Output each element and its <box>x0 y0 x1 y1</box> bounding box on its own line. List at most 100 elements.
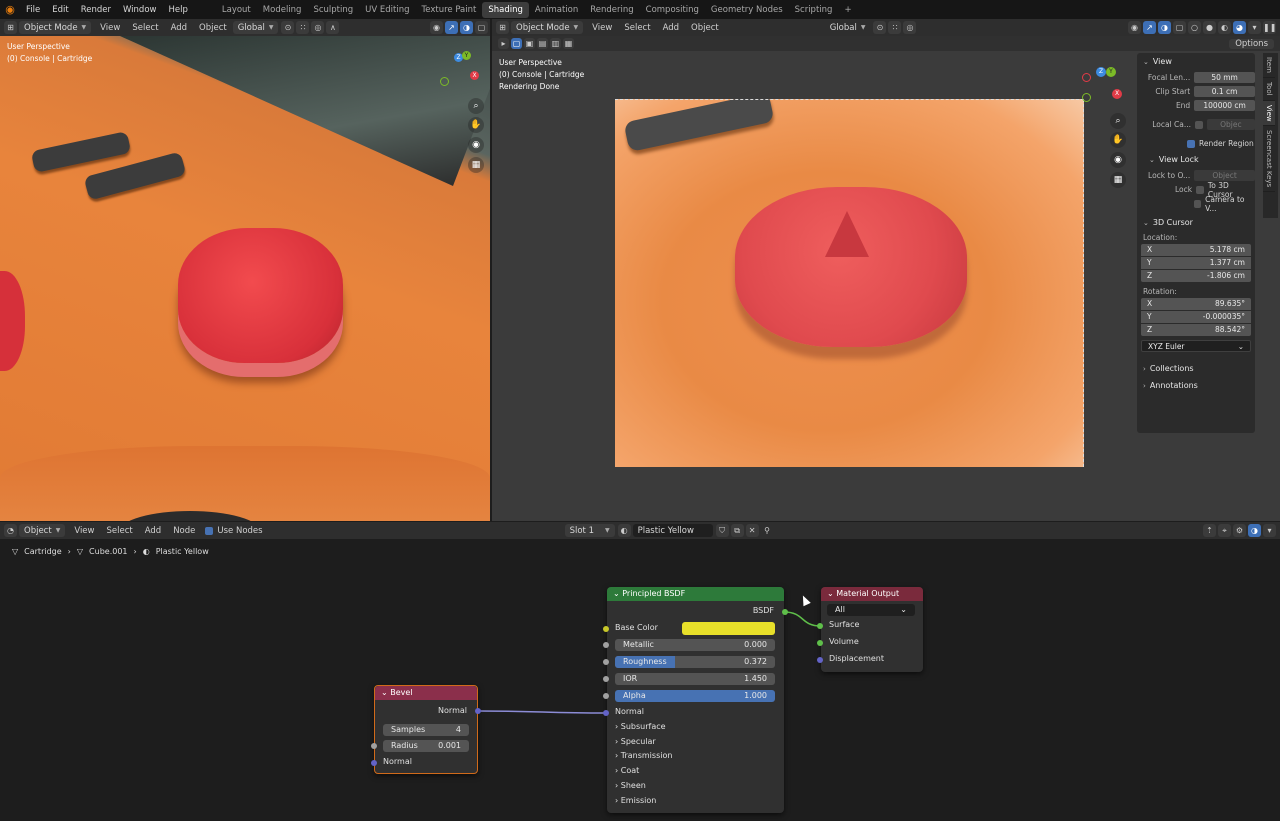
subsurface-panel[interactable]: › Subsurface <box>615 722 666 731</box>
camera-view-icon[interactable]: ◉ <box>1110 152 1126 168</box>
principled-bsdf-node[interactable]: ⌄ Principled BSDF BSDF Base Color Metall… <box>603 587 788 813</box>
base-color-swatch[interactable] <box>682 622 775 635</box>
left-mode-select[interactable]: Object Mode ▼ <box>19 21 92 34</box>
overlay-toggle-icon[interactable]: ◑ <box>1158 21 1171 34</box>
emission-panel[interactable]: › Emission <box>615 796 656 805</box>
menu-help[interactable]: Help <box>162 5 193 15</box>
pin-icon[interactable]: ⚲ <box>761 524 774 537</box>
options-button[interactable]: Options <box>1229 38 1274 49</box>
right-3d-viewport[interactable]: ⊞ Object Mode ▼ View Select Add Object Gl… <box>492 19 1280 521</box>
sidebar-tab-item[interactable]: Item <box>1263 53 1275 78</box>
node-editor-canvas[interactable]: ▽ Cartridge › ▽ Cube.001 › ◐ Plastic Yel… <box>0 539 1280 821</box>
gizmo-toggle-icon[interactable]: ↗ <box>445 21 458 34</box>
render-region[interactable] <box>615 99 1084 467</box>
roughness-field[interactable]: Roughness 0.372 <box>615 656 775 668</box>
menu-edit[interactable]: Edit <box>46 5 74 15</box>
x-axis-icon[interactable]: X <box>470 71 479 80</box>
cursor-loc-y-field[interactable]: Y 1.377 cm <box>1141 257 1251 269</box>
xray-icon[interactable]: ▢ <box>475 21 488 34</box>
annotations-section-header[interactable]: › Annotations <box>1137 377 1255 394</box>
z-axis-icon[interactable]: Z <box>1096 67 1106 77</box>
node-overlay-toggle-icon[interactable]: ◑ <box>1248 524 1261 537</box>
left-menu-object[interactable]: Object <box>193 23 233 33</box>
falloff-icon[interactable]: ∧ <box>326 21 340 34</box>
left-menu-add[interactable]: Add <box>165 23 193 33</box>
select-extend-icon[interactable]: ▣ <box>524 38 535 49</box>
pivot-icon[interactable]: ⊙ <box>873 21 887 34</box>
local-camera-checkbox[interactable] <box>1195 120 1203 129</box>
left-transform-orientation[interactable]: Global ▼ <box>232 21 279 34</box>
cursor-rot-y-field[interactable]: Y -0.000035° <box>1141 311 1251 323</box>
base-color-socket[interactable] <box>603 626 609 632</box>
fake-user-icon[interactable]: ⛉ <box>715 524 729 537</box>
use-nodes-checkbox[interactable] <box>205 526 214 535</box>
proportional-edit-icon[interactable]: ◎ <box>311 21 325 34</box>
bsdf-output-socket[interactable] <box>782 609 788 615</box>
snap-icon[interactable]: ∷ <box>888 21 902 34</box>
node-menu-view[interactable]: View <box>68 526 100 536</box>
shading-options-icon[interactable]: ▾ <box>1248 21 1261 34</box>
output-target-select[interactable]: All ⌄ <box>827 604 915 616</box>
bevel-normal-input-socket[interactable] <box>371 760 377 766</box>
right-menu-select[interactable]: Select <box>618 23 656 33</box>
zoom-icon[interactable]: ⌕ <box>468 98 484 114</box>
metallic-socket[interactable] <box>603 642 609 648</box>
node-menu-node[interactable]: Node <box>167 526 201 536</box>
camera-view-icon[interactable]: ◉ <box>468 137 484 153</box>
proportional-edit-icon[interactable]: ◎ <box>903 21 917 34</box>
xray-icon[interactable]: ▢ <box>1173 21 1186 34</box>
snap-node-icon[interactable]: ⌖ <box>1218 524 1231 537</box>
menu-file[interactable]: File <box>20 5 46 15</box>
right-axis-gizmo[interactable]: Z Y X <box>1080 67 1124 111</box>
bevel-node[interactable]: ⌄ Bevel Normal Samples 4 Radius 0.001 Norm… <box>371 685 481 774</box>
shading-material-icon[interactable]: ◐ <box>1218 21 1231 34</box>
rotation-mode-select[interactable]: XYZ Euler ⌄ <box>1141 340 1251 352</box>
neg-y-axis-icon[interactable] <box>440 77 449 86</box>
select-tool-icon[interactable]: ▸ <box>498 38 509 49</box>
bevel-normal-output-socket[interactable] <box>475 708 481 714</box>
focal-length-field[interactable]: 50 mm <box>1194 72 1255 83</box>
material-output-node[interactable]: ⌄ Material Output All ⌄ Surface Volume Di… <box>817 587 923 672</box>
cursor-loc-z-field[interactable]: Z -1.806 cm <box>1141 270 1251 282</box>
tab-scripting[interactable]: Scripting <box>789 2 839 18</box>
bsdf-node-header[interactable]: ⌄ Principled BSDF <box>607 587 784 601</box>
sheen-panel[interactable]: › Sheen <box>615 781 646 790</box>
bevel-radius-socket[interactable] <box>371 743 377 749</box>
lock-to-object-field[interactable]: Object <box>1194 170 1255 181</box>
overlay-toggle-icon[interactable]: ◑ <box>460 21 473 34</box>
left-axis-gizmo[interactable]: Z Y X <box>440 51 480 91</box>
sidebar-tab-view[interactable]: View <box>1263 100 1275 127</box>
metallic-field[interactable]: Metallic 0.000 <box>615 639 775 651</box>
node-menu-select[interactable]: Select <box>100 526 138 536</box>
shader-type-select[interactable]: Object ▼ <box>19 524 66 537</box>
node-sidebar-icon[interactable]: ▾ <box>1263 524 1276 537</box>
zoom-icon[interactable]: ⌕ <box>1110 113 1126 129</box>
right-transform-orientation[interactable]: Global ▼ <box>825 21 871 34</box>
pivot-icon[interactable]: ⊙ <box>281 21 295 34</box>
bevel-radius-field[interactable]: Radius 0.001 <box>383 740 469 752</box>
output-node-header[interactable]: ⌄ Material Output <box>821 587 923 601</box>
ortho-grid-icon[interactable]: ▦ <box>468 157 484 173</box>
material-browse-icon[interactable]: ◐ <box>617 524 631 537</box>
surface-socket[interactable] <box>817 623 823 629</box>
tab-uv-editing[interactable]: UV Editing <box>359 2 415 18</box>
x-axis-icon[interactable]: X <box>1112 89 1122 99</box>
material-name-field[interactable]: Plastic Yellow <box>632 524 713 537</box>
cursor-rot-x-field[interactable]: X 89.635° <box>1141 298 1251 310</box>
y-axis-icon[interactable]: Y <box>462 51 471 60</box>
select-subtract-icon[interactable]: ▤ <box>537 38 548 49</box>
add-workspace-button[interactable]: + <box>838 2 857 18</box>
cursor-rot-z-field[interactable]: Z 88.542° <box>1141 324 1251 336</box>
specular-panel[interactable]: › Specular <box>615 737 656 746</box>
render-region-checkbox[interactable] <box>1187 139 1195 148</box>
right-menu-add[interactable]: Add <box>657 23 685 33</box>
editor-type-icon[interactable]: ⊞ <box>496 21 509 34</box>
left-menu-select[interactable]: Select <box>126 23 164 33</box>
cursor-loc-x-field[interactable]: X 5.178 cm <box>1141 244 1251 256</box>
right-menu-object[interactable]: Object <box>685 23 725 33</box>
editor-type-icon[interactable]: ⊞ <box>4 21 17 34</box>
blender-logo-icon[interactable]: ◉ <box>0 0 20 19</box>
normal-input-socket[interactable] <box>603 710 609 716</box>
bevel-samples-field[interactable]: Samples 4 <box>383 724 469 736</box>
tab-texture-paint[interactable]: Texture Paint <box>416 2 483 18</box>
